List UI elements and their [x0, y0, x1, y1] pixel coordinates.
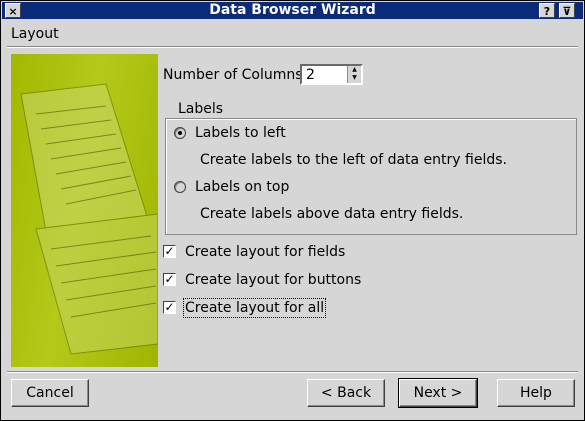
buttons-layout-label[interactable]: Create layout for buttons — [185, 272, 361, 288]
spin-up-icon[interactable]: ▲ — [348, 66, 361, 74]
columns-spinbox[interactable]: 2 ▲ ▼ — [300, 64, 363, 85]
top-divider — [7, 46, 578, 48]
columns-value[interactable]: 2 — [306, 67, 315, 83]
next-button[interactable]: Next > — [398, 378, 478, 408]
cancel-button[interactable]: Cancel — [11, 379, 89, 407]
labels-to-left-label[interactable]: Labels to left — [195, 125, 286, 141]
menu-icon[interactable]: ⊽ — [559, 3, 575, 18]
labels-on-top-label[interactable]: Labels on top — [195, 179, 289, 195]
all-layout-label[interactable]: Create layout for all — [182, 298, 327, 318]
fields-layout-label[interactable]: Create layout for fields — [185, 244, 345, 260]
fields-layout-checkbox[interactable]: ✓ — [163, 245, 176, 258]
help-icon[interactable]: ? — [539, 3, 555, 18]
spin-buttons[interactable]: ▲ ▼ — [347, 66, 361, 83]
columns-label: Number of Columns: — [163, 67, 308, 83]
labels-to-left-radio[interactable] — [174, 127, 186, 139]
labels-to-left-description: Create labels to the left of data entry … — [200, 152, 507, 168]
help-button[interactable]: Help — [497, 379, 575, 407]
bottom-divider — [7, 371, 578, 373]
window-title: Data Browser Wizard — [209, 2, 376, 18]
labels-on-top-description: Create labels above data entry fields. — [200, 206, 464, 222]
wizard-banner-image — [11, 54, 158, 367]
spin-down-icon[interactable]: ▼ — [348, 74, 361, 82]
labels-on-top-radio[interactable] — [174, 181, 186, 193]
title-bar[interactable]: × Data Browser Wizard ? ⊽ — [2, 2, 583, 19]
labels-group-title: Labels — [174, 101, 228, 117]
page-title: Layout — [11, 26, 59, 42]
wizard-window: × Data Browser Wizard ? ⊽ Layout Number … — [0, 0, 585, 421]
back-button[interactable]: < Back — [307, 379, 385, 407]
buttons-layout-checkbox[interactable]: ✓ — [163, 273, 176, 286]
all-layout-checkbox[interactable]: ✓ — [163, 301, 176, 314]
